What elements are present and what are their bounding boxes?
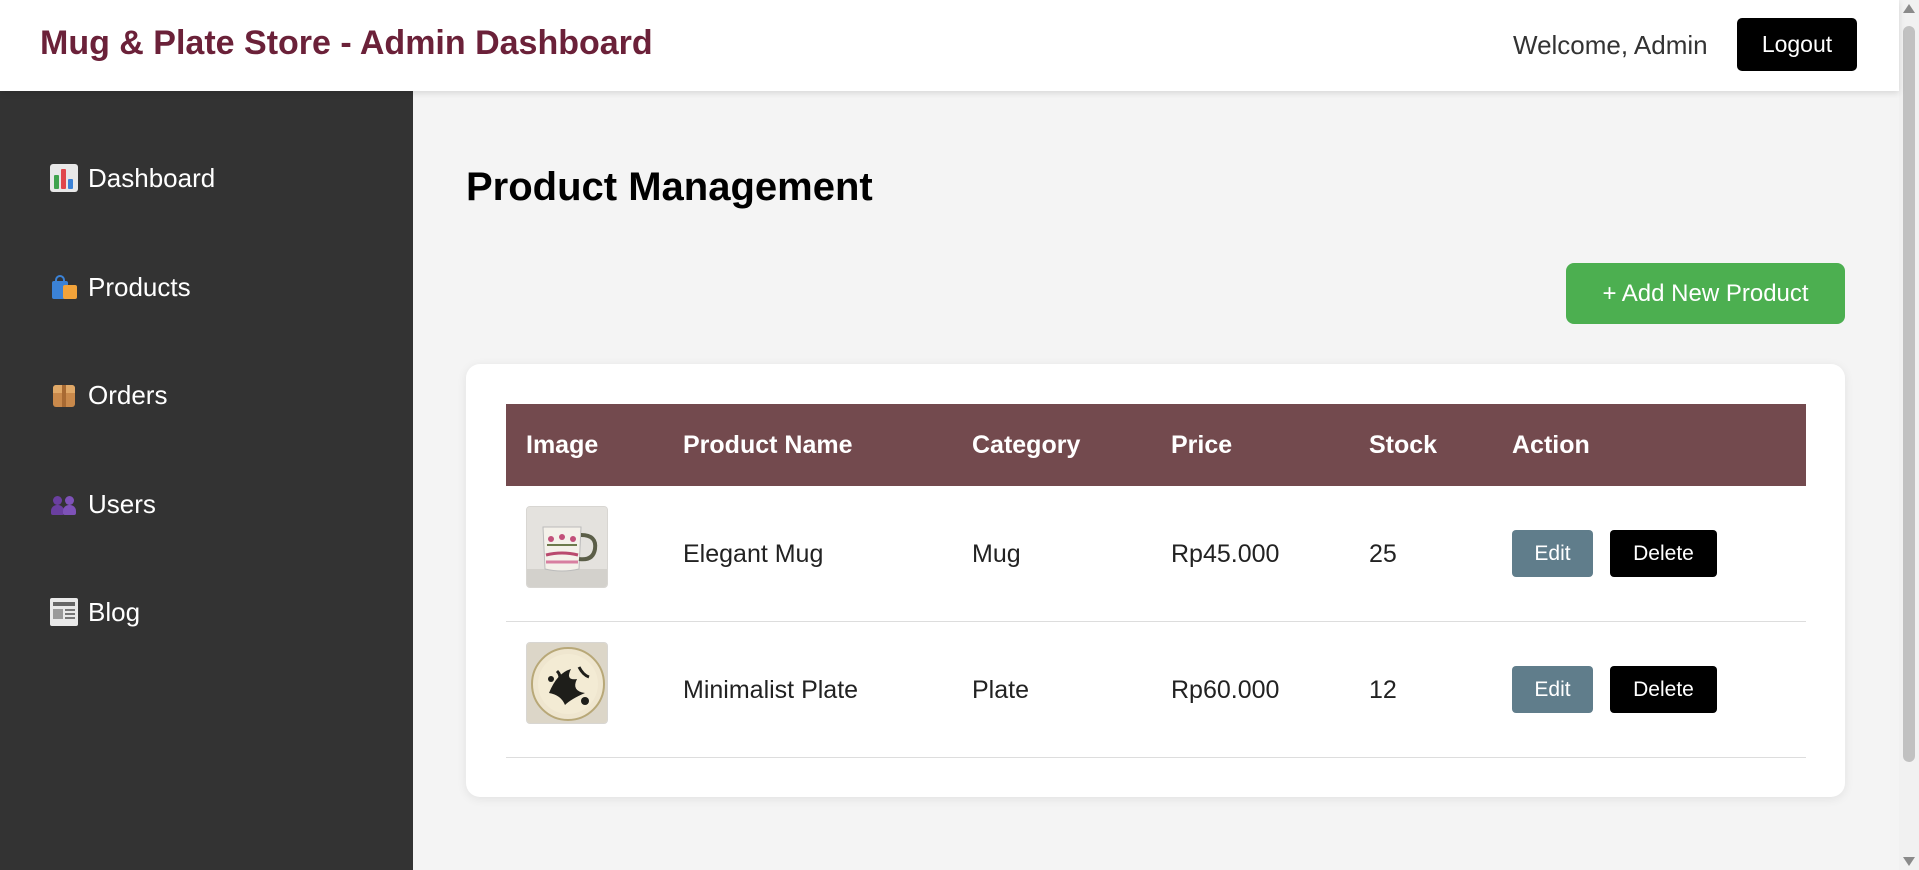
top-header: Mug & Plate Store - Admin Dashboard Welc… — [0, 0, 1899, 91]
product-category: Plate — [972, 676, 1029, 704]
shopping-bags-icon — [50, 273, 78, 301]
sidebar-item-label: Users — [88, 488, 156, 519]
column-header-image: Image — [526, 431, 599, 459]
sidebar-item-users[interactable]: Users — [50, 484, 156, 524]
delete-button[interactable]: Delete — [1610, 530, 1717, 577]
column-header-stock: Stock — [1369, 431, 1438, 459]
product-price: Rp45.000 — [1171, 540, 1280, 568]
product-name: Minimalist Plate — [683, 676, 859, 704]
sidebar-item-label: Dashboard — [88, 162, 216, 193]
sidebar-item-blog[interactable]: Blog — [50, 592, 140, 632]
sidebar-item-orders[interactable]: Orders — [50, 375, 167, 415]
users-icon — [50, 490, 78, 518]
logout-button[interactable]: Logout — [1737, 18, 1857, 71]
scroll-up-arrow-icon[interactable] — [1903, 4, 1915, 13]
table-header: Image Product Name Category Price Stock … — [506, 404, 1806, 486]
column-header-price: Price — [1171, 431, 1233, 459]
sidebar-item-label: Blog — [88, 596, 141, 627]
bar-chart-icon — [50, 164, 78, 192]
package-icon — [50, 381, 78, 409]
column-header-product-name: Product Name — [683, 431, 853, 459]
column-header-action: Action — [1512, 431, 1590, 459]
sidebar-item-products[interactable]: Products — [50, 267, 191, 307]
sidebar-item-label: Products — [88, 271, 191, 302]
sidebar: Dashboard Products Orders Users Blog — [0, 91, 413, 870]
products-table-card: Image Product Name Category Price Stock … — [466, 364, 1845, 797]
plate-thumbnail — [526, 642, 608, 724]
table-row: Minimalist Plate Plate Rp60.000 12 Edit … — [506, 622, 1806, 758]
edit-button[interactable]: Edit — [1512, 666, 1593, 713]
newspaper-icon — [50, 598, 78, 626]
scrollbar-thumb[interactable] — [1903, 26, 1915, 762]
page-title: Product Management — [466, 165, 873, 209]
sidebar-item-label: Orders — [88, 379, 168, 410]
product-stock: 12 — [1369, 676, 1397, 704]
delete-button[interactable]: Delete — [1610, 666, 1717, 713]
product-name: Elegant Mug — [683, 540, 824, 568]
products-table: Image Product Name Category Price Stock … — [506, 404, 1806, 758]
brand-title: Mug & Plate Store - Admin Dashboard — [40, 24, 653, 62]
sidebar-item-dashboard[interactable]: Dashboard — [50, 158, 215, 198]
column-header-category: Category — [972, 431, 1081, 459]
edit-button[interactable]: Edit — [1512, 530, 1593, 577]
welcome-text: Welcome, Admin — [1513, 30, 1708, 60]
mug-thumbnail — [526, 506, 608, 588]
product-category: Mug — [972, 540, 1021, 568]
table-row: Elegant Mug Mug Rp45.000 25 Edit Delete — [506, 486, 1806, 622]
product-price: Rp60.000 — [1171, 676, 1280, 704]
page-scrollbar[interactable] — [1899, 0, 1919, 870]
product-stock: 25 — [1369, 540, 1397, 568]
add-new-product-button[interactable]: + Add New Product — [1566, 263, 1845, 324]
scroll-down-arrow-icon[interactable] — [1903, 857, 1915, 866]
